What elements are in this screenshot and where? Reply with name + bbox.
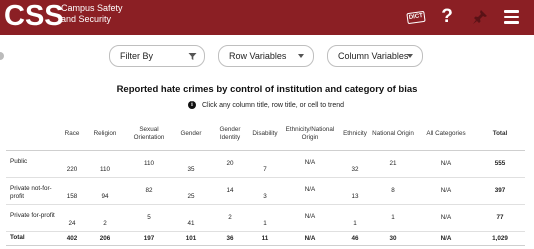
chevron-down-icon	[298, 54, 304, 58]
column-header[interactable]: National Origin	[369, 118, 417, 151]
total-cell[interactable]: 197	[125, 231, 173, 246]
total-cell[interactable]: 36	[209, 231, 251, 246]
row-header[interactable]: Private for-profit	[6, 204, 59, 232]
table-cell[interactable]: 13	[341, 177, 369, 205]
table-cell[interactable]: 1	[251, 204, 279, 232]
table-cell[interactable]: 41	[173, 204, 209, 232]
total-cell[interactable]: 46	[341, 231, 369, 246]
column-variables-dropdown[interactable]: Column Variables	[327, 45, 423, 67]
table-cell[interactable]: 25	[173, 177, 209, 205]
table-cell[interactable]: 82	[125, 177, 173, 205]
filter-by-dropdown[interactable]: Filter By	[109, 45, 205, 67]
table-cell[interactable]: 35	[173, 150, 209, 178]
row-header-total[interactable]: Total	[6, 231, 59, 246]
row-total-cell[interactable]: 555	[475, 150, 525, 178]
row-variables-label: Row Variables	[229, 51, 287, 61]
trend-hint-text: Click any column title, row title, or ce…	[202, 101, 344, 109]
filter-by-label: Filter By	[120, 51, 154, 61]
column-header[interactable]: Sexual Orientation	[125, 118, 173, 151]
table-cell[interactable]: 94	[85, 177, 125, 205]
app-title: Campus Safety and Security	[61, 3, 123, 25]
row-total-cell[interactable]: 77	[475, 204, 525, 232]
data-table: Race Religion Sexual Orientation Gender …	[6, 118, 525, 246]
table-cell[interactable]: N/A	[279, 177, 341, 205]
table-cell[interactable]: 3	[251, 177, 279, 205]
grand-total-cell[interactable]: 1,029	[475, 231, 525, 246]
column-header[interactable]: Gender	[173, 118, 209, 151]
filter-icon	[188, 52, 197, 63]
table-cell[interactable]: 5	[125, 204, 173, 232]
total-cell[interactable]: 402	[59, 231, 85, 246]
total-cell[interactable]: 30	[369, 231, 417, 246]
app-title-line2: and Security	[61, 14, 112, 24]
table-cell[interactable]: N/A	[417, 177, 475, 205]
help-icon[interactable]: ?	[438, 6, 456, 28]
dictionary-icon-label: DICT	[406, 10, 426, 24]
table-cell[interactable]: 220	[59, 150, 85, 178]
info-icon: i	[188, 101, 196, 109]
side-drawer-handle[interactable]	[0, 52, 4, 60]
row-total-cell[interactable]: 397	[475, 177, 525, 205]
total-cell[interactable]: 206	[85, 231, 125, 246]
table-cell[interactable]: 2	[85, 204, 125, 232]
row-header[interactable]: Public	[6, 150, 59, 178]
table-cell[interactable]: 110	[85, 150, 125, 178]
column-header[interactable]: All Categories	[417, 118, 475, 151]
row-header[interactable]: Private not-for-profit	[6, 177, 59, 205]
table-cell[interactable]: 1	[369, 204, 417, 232]
column-header-total[interactable]: Total	[475, 118, 525, 151]
total-cell[interactable]: 11	[251, 231, 279, 246]
table-header-row: Race Religion Sexual Orientation Gender …	[6, 118, 525, 151]
table-total-row: Total 402 206 197 101 36 11 N/A 46 30 N/…	[6, 231, 525, 246]
app-title-line1: Campus Safety	[61, 3, 123, 13]
table-cell[interactable]: N/A	[417, 204, 475, 232]
table-cell[interactable]: N/A	[417, 150, 475, 178]
table-cell[interactable]: 14	[209, 177, 251, 205]
table-cell[interactable]: 110	[125, 150, 173, 178]
table-row: Public 220 110 110 35 20 7 N/A 32 21 N/A…	[6, 150, 525, 178]
table-cell[interactable]: 158	[59, 177, 85, 205]
column-header[interactable]: Disability	[251, 118, 279, 151]
column-header[interactable]: Gender Identity	[209, 118, 251, 151]
table-cell[interactable]: 1	[341, 204, 369, 232]
pin-icon[interactable]	[470, 6, 490, 28]
column-header[interactable]: Ethnicity/National Origin	[279, 118, 341, 151]
app-header: CSS Campus Safety and Security DICT ?	[0, 0, 534, 35]
table-title: Reported hate crimes by control of insti…	[116, 84, 418, 95]
dictionary-icon[interactable]: DICT	[404, 6, 428, 28]
total-cell[interactable]: N/A	[417, 231, 475, 246]
table-cell[interactable]: N/A	[279, 150, 341, 178]
column-header[interactable]: Ethnicity	[341, 118, 369, 151]
menu-icon[interactable]	[502, 6, 520, 28]
table-row: Private not-for-profit 158 94 82 25 14 3…	[6, 177, 525, 205]
corner-cell	[6, 118, 59, 151]
menu-icon-bar	[503, 10, 519, 13]
column-variables-label: Column Variables	[338, 51, 409, 61]
trend-hint: i Click any column title, row title, or …	[188, 101, 344, 109]
table-cell[interactable]: 20	[209, 150, 251, 178]
table-cell[interactable]: 7	[251, 150, 279, 178]
chevron-down-icon	[407, 54, 413, 58]
table-cell[interactable]: N/A	[279, 204, 341, 232]
app-logo[interactable]: CSS	[4, 0, 64, 33]
table-cell[interactable]: 2	[209, 204, 251, 232]
row-variables-dropdown[interactable]: Row Variables	[218, 45, 314, 67]
table-cell[interactable]: 32	[341, 150, 369, 178]
column-header[interactable]: Race	[59, 118, 85, 151]
total-cell[interactable]: N/A	[279, 231, 341, 246]
menu-icon-bar	[503, 21, 519, 24]
menu-icon-bar	[503, 15, 519, 19]
table-cell[interactable]: 8	[369, 177, 417, 205]
table-cell[interactable]: 24	[59, 204, 85, 232]
column-header[interactable]: Religion	[85, 118, 125, 151]
total-cell[interactable]: 101	[173, 231, 209, 246]
table-row: Private for-profit 24 2 5 41 2 1 N/A 1 1…	[6, 204, 525, 232]
table-cell[interactable]: 21	[369, 150, 417, 178]
